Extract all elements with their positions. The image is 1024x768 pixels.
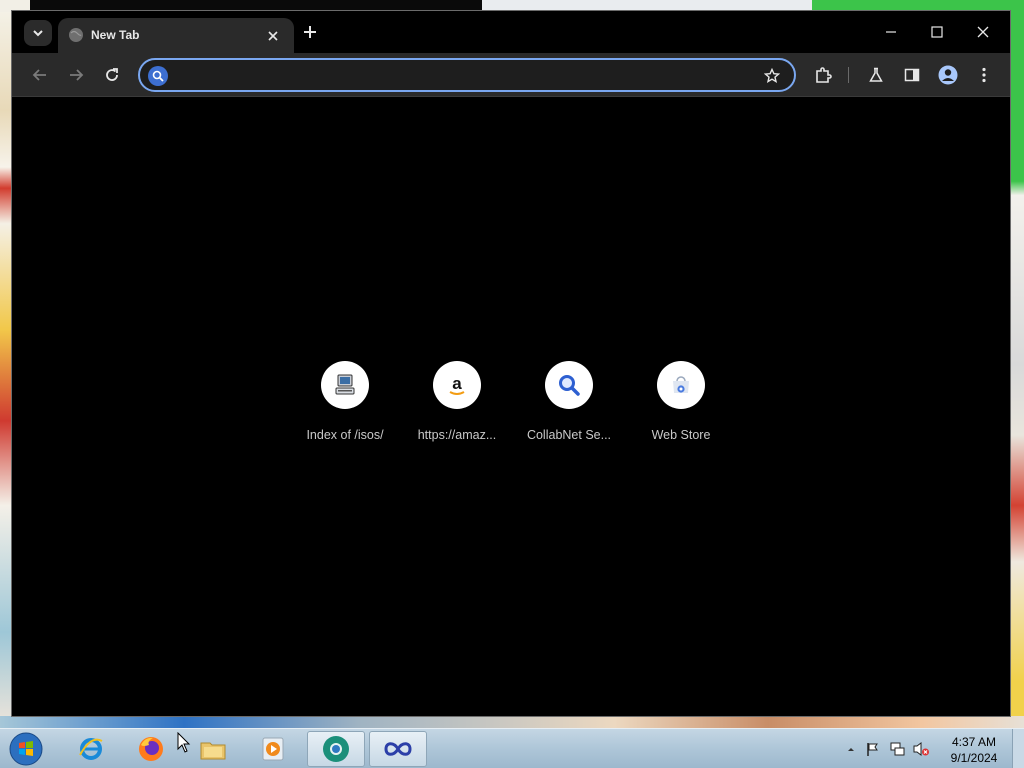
clock-time[interactable]: 4:37 AM xyxy=(938,735,1010,749)
plus-icon xyxy=(304,26,316,38)
chevron-up-icon xyxy=(848,748,854,751)
extensions-button[interactable] xyxy=(811,63,835,87)
close-window-button[interactable] xyxy=(960,17,1006,47)
computer-icon xyxy=(335,374,355,395)
amazon-icon: a xyxy=(449,374,465,395)
infinity-app-icon xyxy=(384,742,412,756)
media-player-icon xyxy=(262,737,284,761)
address-bar[interactable] xyxy=(138,58,796,92)
shortcut-tile[interactable]: a https://amaz... xyxy=(401,361,513,451)
taskbar-app-file-explorer[interactable] xyxy=(184,731,242,767)
desktop-wallpaper xyxy=(1010,12,1024,717)
tab-new-tab[interactable]: New Tab xyxy=(58,18,294,53)
taskbar-app-infinity[interactable] xyxy=(369,731,427,767)
chevron-down-icon xyxy=(33,30,43,37)
globe-icon xyxy=(69,28,83,42)
side-panel-button[interactable] xyxy=(900,63,924,87)
forward-button[interactable] xyxy=(64,63,88,87)
flask-icon xyxy=(869,67,883,82)
avatar-icon xyxy=(938,65,958,85)
mouse-cursor-icon xyxy=(177,732,191,753)
network-button[interactable] xyxy=(888,740,906,758)
file-explorer-icon xyxy=(200,742,226,760)
menu-button[interactable] xyxy=(972,63,996,87)
desktop-wallpaper xyxy=(0,716,1024,728)
taskbar-app-chrome-dev[interactable] xyxy=(307,731,365,767)
shortcut-tile[interactable]: Web Store xyxy=(625,361,737,451)
taskbar-app-media-player[interactable] xyxy=(244,731,302,767)
tab-title: New Tab xyxy=(91,28,140,42)
kebab-menu-icon xyxy=(982,67,986,83)
internet-explorer-icon xyxy=(79,738,103,760)
shortcut-label: Web Store xyxy=(651,428,711,442)
arrow-right-icon xyxy=(70,69,84,81)
magnifier-icon xyxy=(559,375,580,396)
firefox-icon xyxy=(139,737,163,761)
taskbar-app-internet-explorer[interactable] xyxy=(62,731,120,767)
web-store-icon xyxy=(673,376,689,393)
reload-button[interactable] xyxy=(100,63,124,87)
svg-text:a: a xyxy=(452,374,462,393)
profile-button[interactable] xyxy=(936,63,960,87)
shortcut-icon-circle: a xyxy=(433,361,481,409)
new-tab-page: Index of /isos/ a https://amaz... Collab… xyxy=(12,98,1010,716)
toolbar-divider xyxy=(848,67,849,83)
action-center-button[interactable] xyxy=(864,740,882,758)
address-input[interactable] xyxy=(174,65,754,85)
browser-toolbar xyxy=(12,53,1010,97)
bookmark-star-button[interactable] xyxy=(762,66,782,86)
minimize-icon xyxy=(886,31,896,33)
maximize-button[interactable] xyxy=(914,17,960,47)
shortcut-label: Index of /isos/ xyxy=(306,428,384,442)
shortcut-label: https://amaz... xyxy=(417,428,497,442)
side-panel-icon xyxy=(904,68,920,82)
new-tab-button[interactable] xyxy=(300,22,320,42)
puzzle-icon xyxy=(816,67,832,83)
flag-icon xyxy=(867,743,878,756)
windows-start-icon xyxy=(9,732,43,766)
labs-button[interactable] xyxy=(864,63,888,87)
tab-strip: New Tab xyxy=(12,11,1010,53)
browser-window: New Tab Index of /isos/ a https://amaz..… xyxy=(11,10,1011,717)
taskbar-app-firefox[interactable] xyxy=(122,731,180,767)
maximize-icon xyxy=(931,26,943,38)
shortcut-tile[interactable]: Index of /isos/ xyxy=(289,361,401,451)
shortcut-tile[interactable]: CollabNet Se... xyxy=(513,361,625,451)
network-icon xyxy=(890,742,905,756)
minimize-button[interactable] xyxy=(868,17,914,47)
star-icon xyxy=(764,68,780,84)
back-button[interactable] xyxy=(28,63,52,87)
reload-icon xyxy=(106,68,118,81)
shortcut-icon-circle xyxy=(545,361,593,409)
close-icon xyxy=(268,31,278,41)
taskbar: 4:37 AM 9/1/2024 xyxy=(0,728,1024,768)
volume-button[interactable] xyxy=(912,740,930,758)
show-desktop-button[interactable] xyxy=(1012,729,1024,768)
tab-close-button[interactable] xyxy=(264,27,282,45)
search-icon xyxy=(148,66,168,86)
close-icon xyxy=(977,26,989,38)
chrome-dev-icon xyxy=(323,736,349,762)
shortcut-icon-circle xyxy=(321,361,369,409)
shortcut-label: CollabNet Se... xyxy=(526,428,612,442)
tab-search-button[interactable] xyxy=(24,20,52,46)
volume-muted-icon xyxy=(913,742,929,756)
show-hidden-icons-button[interactable] xyxy=(842,740,860,758)
shortcut-icon-circle xyxy=(657,361,705,409)
start-button[interactable] xyxy=(6,731,46,767)
arrow-left-icon xyxy=(32,69,46,81)
clock-date[interactable]: 9/1/2024 xyxy=(938,751,1010,765)
